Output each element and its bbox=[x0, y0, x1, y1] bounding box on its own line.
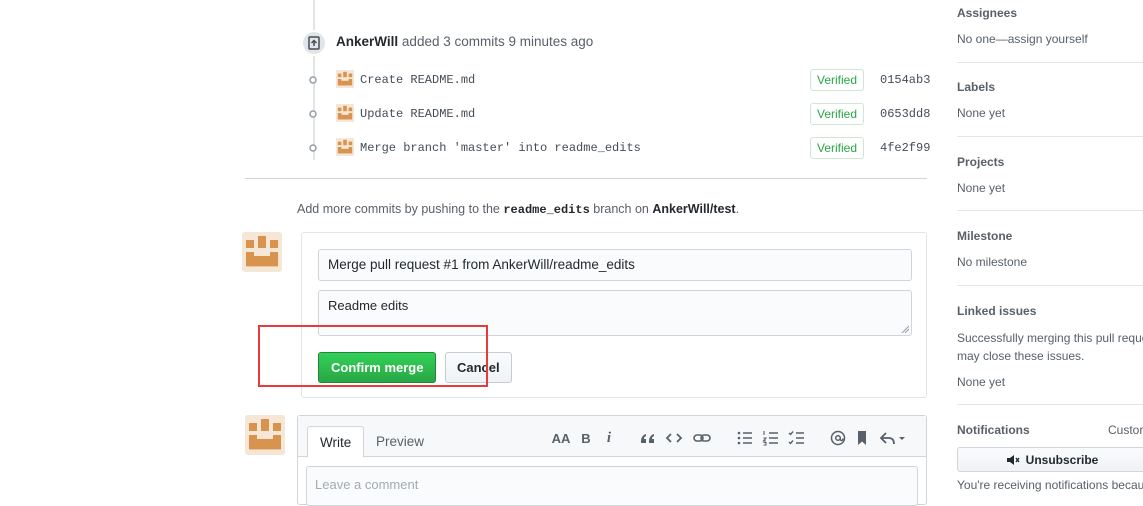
timeline-divider bbox=[245, 178, 927, 179]
commit-row: Merge branch 'master' into readme_edits … bbox=[305, 135, 930, 161]
task-list-icon[interactable] bbox=[787, 429, 807, 447]
comment-textarea[interactable]: Leave a comment bbox=[306, 466, 918, 506]
user-avatar[interactable] bbox=[242, 232, 282, 272]
sidebar-divider bbox=[957, 210, 1143, 211]
cancel-button[interactable]: Cancel bbox=[445, 352, 512, 383]
verified-badge[interactable]: Verified bbox=[810, 103, 865, 125]
assign-yourself-link[interactable]: No one—assign yourself bbox=[957, 32, 1143, 46]
notification-reason: You're receiving notifications becau bbox=[957, 478, 1143, 492]
note-suffix: . bbox=[735, 202, 740, 216]
unsubscribe-label: Unsubscribe bbox=[1025, 452, 1099, 467]
sidebar-assignees: Assignees No one—assign yourself bbox=[957, 6, 1143, 46]
sidebar-divider bbox=[957, 285, 1143, 286]
sidebar-linked-issues: Linked issues Successfully merging this … bbox=[957, 304, 1143, 389]
add-more-commits-note: Add more commits by pushing to the readm… bbox=[297, 202, 739, 217]
git-commit-icon bbox=[309, 76, 317, 84]
branch-name: readme_edits bbox=[503, 203, 590, 217]
repo-push-icon bbox=[301, 30, 327, 56]
italic-icon[interactable]: i bbox=[599, 429, 619, 447]
tab-write[interactable]: Write bbox=[307, 426, 365, 458]
new-comment-form: Write Preview AA B i Leave a comment bbox=[297, 415, 927, 506]
author-avatar[interactable] bbox=[336, 138, 354, 156]
unordered-list-icon[interactable] bbox=[735, 429, 755, 447]
commit-message-link[interactable]: Merge branch 'master' into readme_edits bbox=[360, 141, 641, 155]
linked-issues-heading[interactable]: Linked issues bbox=[957, 304, 1143, 318]
commit-body-textarea[interactable]: Readme edits bbox=[318, 290, 912, 336]
assignees-heading[interactable]: Assignees bbox=[957, 6, 1143, 20]
mention-icon[interactable] bbox=[828, 429, 848, 447]
bold-icon[interactable]: B bbox=[576, 429, 596, 447]
commit-sha-link[interactable]: 4fe2f99 bbox=[880, 141, 930, 155]
repo-name-link[interactable]: AnkerWill/test bbox=[652, 202, 735, 216]
merge-form: Merge pull request #1 from AnkerWill/rea… bbox=[301, 232, 927, 398]
linked-issues-desc-line: Successfully merging this pull reque bbox=[957, 331, 1143, 345]
commit-body-text: Readme edits bbox=[328, 298, 409, 313]
link-icon[interactable] bbox=[692, 429, 712, 447]
reply-dropdown-icon[interactable] bbox=[878, 429, 908, 447]
milestone-value: No milestone bbox=[957, 255, 1028, 269]
git-commit-icon bbox=[309, 144, 317, 152]
commit-row: Create README.md Verified 0154ab3 bbox=[305, 67, 930, 93]
author-avatar[interactable] bbox=[336, 104, 354, 122]
unsubscribe-button[interactable]: Unsubscribe bbox=[957, 447, 1143, 472]
sidebar-divider bbox=[957, 62, 1143, 63]
commit-message-link[interactable]: Create README.md bbox=[360, 73, 475, 87]
ordered-list-icon[interactable] bbox=[761, 429, 781, 447]
customize-link[interactable]: Custor bbox=[1108, 423, 1143, 437]
heading-icon[interactable]: AA bbox=[550, 429, 572, 447]
sidebar-milestone: Milestone No milestone bbox=[957, 229, 1143, 269]
author-avatar[interactable] bbox=[336, 70, 354, 88]
verified-badge[interactable]: Verified bbox=[810, 69, 865, 91]
event-time[interactable]: 9 minutes ago bbox=[509, 34, 594, 49]
sidebar-projects: Projects None yet bbox=[957, 155, 1143, 195]
confirm-merge-button[interactable]: Confirm merge bbox=[318, 352, 437, 383]
tab-preview[interactable]: Preview bbox=[364, 426, 436, 458]
note-prefix: Add more commits by pushing to the bbox=[297, 202, 500, 216]
quote-icon[interactable] bbox=[638, 429, 658, 447]
commits-added-event: AnkerWill added 3 commits 9 minutes ago bbox=[336, 34, 593, 49]
comment-toolbar: Write Preview AA B i bbox=[298, 416, 926, 458]
code-icon[interactable] bbox=[664, 429, 684, 447]
commit-message-link[interactable]: Update README.md bbox=[360, 107, 475, 121]
resize-handle-icon[interactable] bbox=[901, 325, 909, 333]
sidebar-divider bbox=[957, 136, 1143, 137]
git-commit-icon bbox=[309, 110, 317, 118]
linked-issues-description: Successfully merging this pull reque may… bbox=[957, 329, 1143, 365]
labels-value: None yet bbox=[957, 106, 1006, 120]
projects-value: None yet bbox=[957, 181, 1006, 195]
commit-sha-link[interactable]: 0154ab3 bbox=[880, 73, 930, 87]
mute-icon bbox=[1006, 454, 1020, 465]
commit-title-input[interactable]: Merge pull request #1 from AnkerWill/rea… bbox=[318, 249, 912, 281]
commit-sha-link[interactable]: 0653dd8 bbox=[880, 107, 930, 121]
event-author-link[interactable]: AnkerWill bbox=[336, 34, 398, 49]
projects-heading[interactable]: Projects bbox=[957, 155, 1143, 169]
verified-badge[interactable]: Verified bbox=[810, 137, 865, 159]
commit-row: Update README.md Verified 0653dd8 bbox=[305, 101, 930, 127]
linked-issues-desc-line: may close these issues. bbox=[957, 349, 1085, 363]
comment-placeholder: Leave a comment bbox=[315, 477, 419, 492]
sidebar-divider bbox=[957, 404, 1143, 405]
event-action: added 3 commits bbox=[401, 34, 505, 49]
linked-issues-value: None yet bbox=[957, 375, 1006, 389]
note-middle: branch on bbox=[593, 202, 649, 216]
milestone-heading[interactable]: Milestone bbox=[957, 229, 1143, 243]
labels-heading[interactable]: Labels bbox=[957, 80, 1143, 94]
sidebar-labels: Labels None yet bbox=[957, 80, 1143, 120]
saved-reply-icon[interactable] bbox=[852, 429, 872, 447]
current-user-avatar[interactable] bbox=[245, 415, 285, 455]
